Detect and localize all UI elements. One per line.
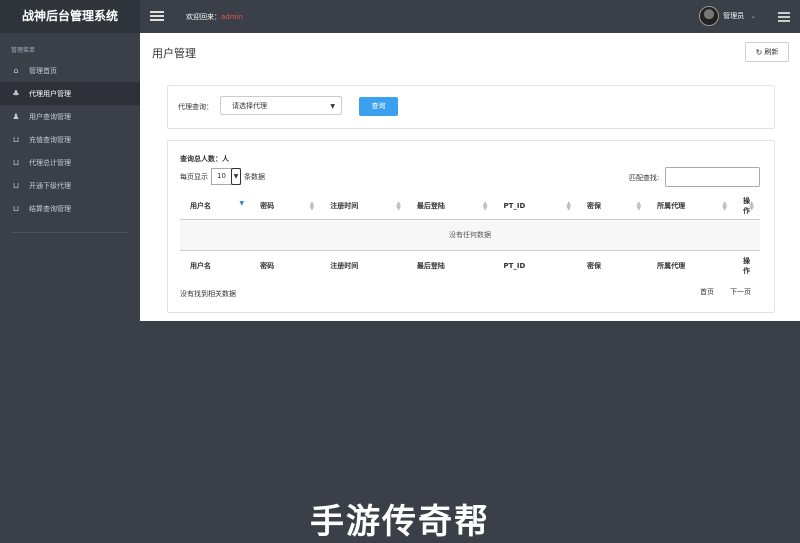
- refresh-button[interactable]: ↻ 刷新: [745, 42, 789, 62]
- sidebar-divider: [12, 232, 128, 233]
- page-length-value: 10: [217, 172, 226, 180]
- column-header[interactable]: 所属代理 ▲ ▼: [647, 193, 733, 220]
- sidebar-item-agent-total[interactable]: ⊔ 代理总计管理: [0, 151, 140, 174]
- column-header[interactable]: 操作 ▲ ▼: [733, 193, 760, 220]
- sidebar-item-label: 用户查询管理: [29, 112, 71, 121]
- column-footer: 注册时间: [330, 262, 359, 270]
- sidebar-item-label: 代理用户管理: [29, 89, 71, 98]
- sidebar-item-open-subagent[interactable]: ⊔ 开通下级代理: [0, 174, 140, 197]
- account-label: 管理员: [723, 12, 745, 20]
- search-label: 匹配查找:: [629, 174, 660, 182]
- column-footer: 最后登陆: [416, 262, 445, 270]
- chevron-down-icon: ▼: [231, 168, 241, 185]
- column-footer: 操作: [743, 257, 750, 275]
- sidebar-item-recharge-query[interactable]: ⊔ 充值查询管理: [0, 128, 140, 151]
- empty-table-message: 没有任何数据: [180, 219, 760, 251]
- column-footer: 密保: [587, 262, 601, 270]
- total-count: 查询总人数：人: [180, 155, 229, 163]
- column-header[interactable]: 密保 ▲ ▼: [577, 193, 648, 220]
- sidebar: 管理菜单 ⌂ 管理首页 ♣ 代理用户管理 ♟ 用户查询管理 ⊔ 充值查询管理 ⊔ 代理总计…: [0, 33, 140, 543]
- page-length-control: 每页显示 10 ▼ 条数据: [180, 168, 265, 185]
- agent-select[interactable]: 请选择代理 ▼: [220, 96, 342, 115]
- sidebar-section-title: 管理菜单: [11, 47, 36, 54]
- table-panel: 查询总人数：人 每页显示 10 ▼ 条数据 匹配查找: 用户名 ▼ 密码 ▲ ▼ 注册…: [167, 140, 775, 313]
- per-page-suffix: 条数据: [244, 172, 265, 181]
- agent-filter-label: 代理查询：: [178, 103, 213, 111]
- users-table: 用户名 ▼ 密码 ▲ ▼ 注册时间 ▲ ▼ 最后登陆 ▲ ▼ PT_ID ▲ ▼ 密保 ▲ ▼ 所属代…: [180, 193, 760, 281]
- column-footer: 密码: [260, 262, 275, 270]
- column-header-label: 最后登陆: [416, 202, 445, 210]
- column-header[interactable]: 用户名 ▼: [180, 193, 251, 220]
- refresh-icon: ↻: [755, 47, 763, 57]
- cart-icon: ⊔: [12, 135, 20, 144]
- column-header-label: 密保: [587, 202, 601, 210]
- menu-toggle-icon[interactable]: [150, 9, 164, 23]
- sidebar-item-label: 代理总计管理: [29, 158, 71, 167]
- column-header[interactable]: 注册时间 ▲ ▼: [320, 193, 407, 220]
- table-row: 没有任何数据: [180, 219, 760, 251]
- list-menu-icon[interactable]: [778, 10, 790, 22]
- account-menu[interactable]: 管理员 ⌄: [699, 5, 756, 27]
- column-header-label: 用户名: [190, 202, 211, 210]
- agent-select-value: 请选择代理: [232, 102, 267, 110]
- sidebar-item-agent-users[interactable]: ♣ 代理用户管理: [0, 82, 140, 105]
- column-header-label: 注册时间: [330, 202, 359, 210]
- column-header-label: 密码: [260, 202, 275, 210]
- cart-icon: ⊔: [12, 204, 20, 213]
- sort-icon: ▲ ▼: [749, 200, 754, 212]
- chevron-down-icon: ▼: [330, 103, 335, 110]
- page-length-select[interactable]: 10 ▼: [211, 168, 241, 185]
- column-header-label: PT_ID: [503, 202, 526, 210]
- sidebar-item-label: 结算查询管理: [29, 204, 71, 213]
- sidebar-item-user-query[interactable]: ♟ 用户查询管理: [0, 105, 140, 128]
- refresh-label: 刷新: [764, 48, 779, 56]
- watermark-text: 手游传奇帮: [310, 502, 490, 542]
- chevron-down-icon: ⌄: [750, 12, 756, 20]
- table-footer-row: 用户名 密码 注册时间 最后登陆 PT_ID 密保 所属代理 操作: [180, 251, 760, 282]
- app-title: 战神后台管理系统: [0, 0, 140, 33]
- per-page-prefix: 每页显示: [180, 172, 208, 181]
- column-footer: 用户名: [190, 262, 211, 270]
- sort-icon: ▲ ▼: [482, 200, 488, 212]
- column-header[interactable]: 密码 ▲ ▼: [250, 193, 321, 220]
- column-header[interactable]: PT_ID ▲ ▼: [493, 193, 577, 220]
- sidebar-item-label: 充值查询管理: [29, 135, 71, 144]
- sort-icon: ▲ ▼: [636, 200, 642, 212]
- sitemap-icon: ♣: [12, 89, 20, 98]
- filter-panel: 代理查询： 请选择代理 ▼ 查询: [167, 85, 775, 129]
- welcome-username: admin: [221, 13, 243, 21]
- column-footer: 所属代理: [657, 262, 686, 270]
- table-header-row: 用户名 ▼ 密码 ▲ ▼ 注册时间 ▲ ▼ 最后登陆 ▲ ▼ PT_ID ▲ ▼ 密保 ▲ ▼ 所属代…: [180, 193, 760, 220]
- column-footer: PT_ID: [503, 262, 526, 270]
- sort-icon: ▲ ▼: [722, 200, 727, 212]
- avatar: [699, 6, 720, 26]
- sort-desc-icon: ▼: [239, 200, 245, 207]
- person-icon: ♟: [12, 112, 20, 121]
- pagination-first[interactable]: 首页: [700, 287, 714, 297]
- page-title: 用户管理: [152, 47, 196, 60]
- sort-icon: ▲ ▼: [396, 200, 401, 212]
- sort-icon: ▲ ▼: [309, 200, 315, 212]
- top-bar: 战神后台管理系统 欢迎回来：admin 管理员 ⌄: [0, 0, 800, 33]
- sort-icon: ▲ ▼: [566, 200, 571, 212]
- main-content: 用户管理 ↻ 刷新 代理查询： 请选择代理 ▼ 查询 查询总人数：人 每页显示 1…: [140, 33, 800, 321]
- cart-icon: ⊔: [12, 158, 20, 167]
- cart-icon: ⊔: [12, 181, 20, 190]
- sidebar-item-label: 管理首页: [29, 66, 57, 75]
- table-info: 没有找到相关数据: [180, 290, 236, 298]
- home-icon: ⌂: [13, 66, 19, 75]
- column-header[interactable]: 最后登陆 ▲ ▼: [406, 193, 494, 220]
- sidebar-item-settlement-query[interactable]: ⊔ 结算查询管理: [0, 197, 140, 220]
- sidebar-item-label: 开通下级代理: [29, 181, 71, 190]
- search-input[interactable]: [665, 167, 760, 187]
- pagination-next[interactable]: 下一页: [730, 287, 751, 297]
- welcome-text: 欢迎回来：admin: [186, 12, 243, 22]
- sidebar-item-home[interactable]: ⌂ 管理首页: [0, 59, 140, 82]
- welcome-prefix: 欢迎回来：: [186, 13, 221, 21]
- column-header-label: 所属代理: [657, 202, 686, 210]
- query-button[interactable]: 查询: [359, 97, 398, 116]
